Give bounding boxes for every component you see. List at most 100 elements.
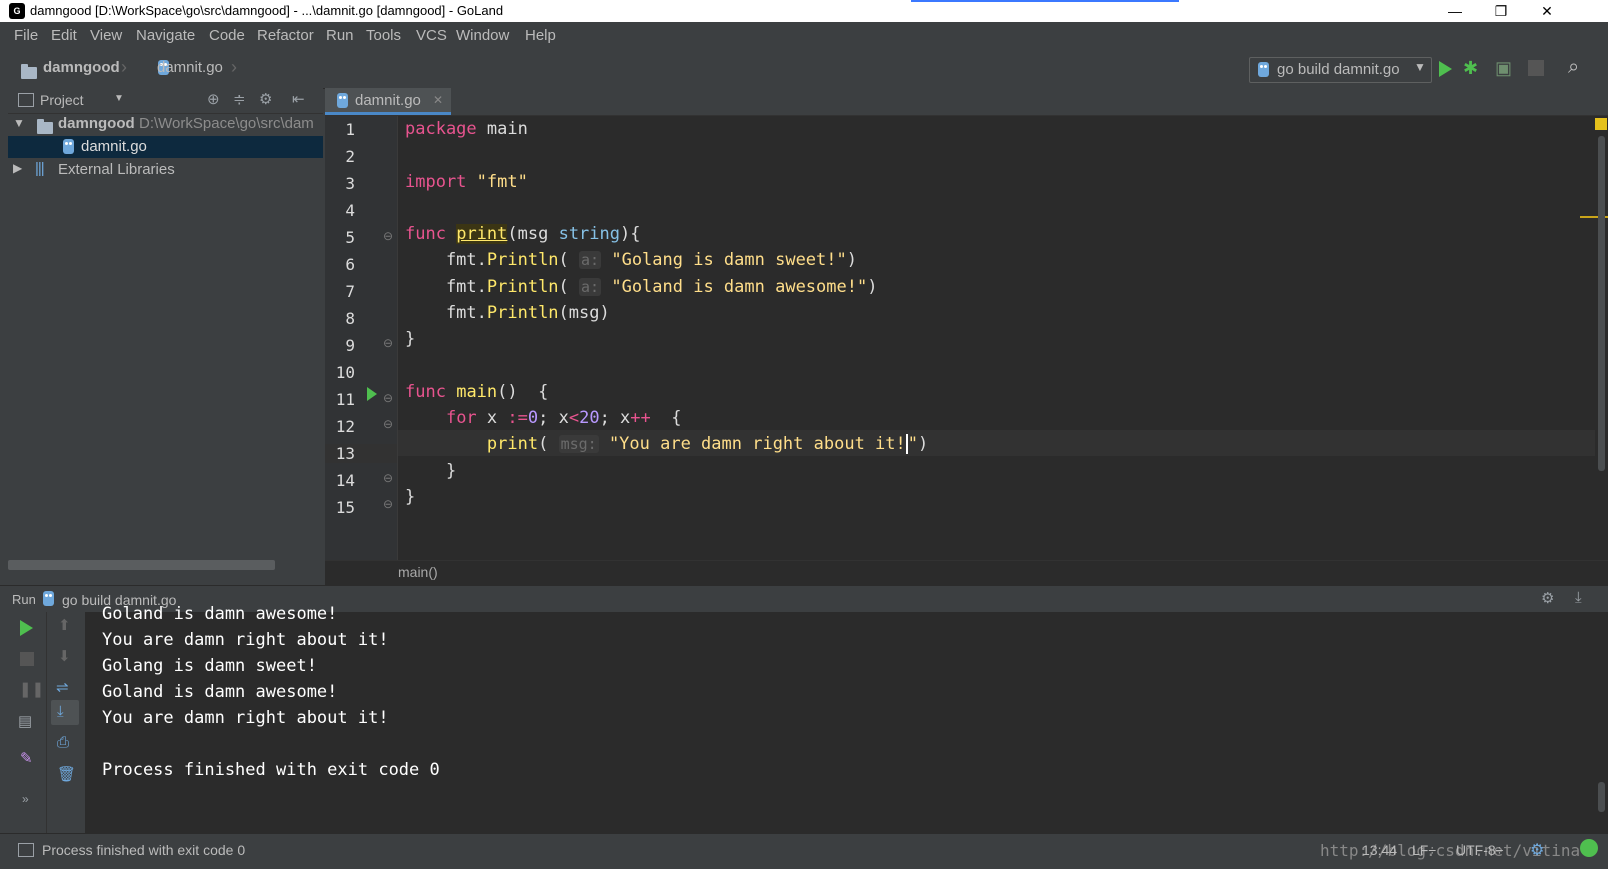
expand-arrow-icon[interactable]: ▼ (13, 116, 25, 130)
print-icon[interactable]: ⎙ (57, 734, 69, 751)
caret-position[interactable]: 13:44 (1362, 842, 1397, 858)
event-log-icon[interactable] (1580, 839, 1598, 857)
more-icon[interactable]: » (22, 792, 29, 806)
line-number: 6 (345, 255, 355, 274)
rerun-icon[interactable] (20, 620, 33, 636)
up-arrow-icon[interactable]: ⬆ (58, 616, 71, 634)
editor-scrollbar[interactable] (1580, 116, 1608, 560)
nav-project[interactable]: damngood (43, 59, 120, 76)
line-number: 9 (345, 336, 355, 355)
line-number: 14 (335, 471, 355, 490)
line-number: 3 (345, 174, 355, 193)
menu-code[interactable]: Code (209, 27, 245, 44)
toolbar-divider (46, 612, 47, 833)
menu-file[interactable]: File (14, 27, 38, 44)
menu-tools[interactable]: Tools (366, 27, 401, 44)
console-scrollbar[interactable] (1595, 612, 1608, 833)
menu-window[interactable]: Window (456, 27, 509, 44)
coverage-icon[interactable]: ▣ (1495, 58, 1512, 79)
run-icon[interactable] (1439, 61, 1452, 77)
debug-icon[interactable]: ✱ (1463, 58, 1478, 79)
chevron-down-icon[interactable]: ▼ (114, 93, 124, 104)
menu-vcs[interactable]: VCS (416, 27, 447, 44)
minimize-button[interactable]: — (1432, 0, 1478, 22)
fold-icon[interactable]: ⊖ (383, 336, 393, 350)
close-button[interactable]: ✕ (1524, 0, 1570, 22)
search-icon[interactable]: ⌕ (1568, 56, 1579, 79)
line-number: 5 (345, 228, 355, 247)
code-line-14: } (405, 461, 457, 481)
tool-windows-icon[interactable] (18, 843, 34, 857)
console-line: Golang is damn sweet! (102, 656, 317, 676)
file-encoding[interactable]: UTF-8÷ (1456, 842, 1503, 858)
locate-icon[interactable]: ⊕ (207, 90, 220, 108)
menu-edit[interactable]: Edit (51, 27, 77, 44)
line-number: 10 (335, 363, 355, 382)
scroll-to-end-toggle[interactable] (51, 700, 79, 725)
restore-button[interactable]: ❐ (1478, 0, 1524, 22)
menu-bar: File Edit View Navigate Code Refactor Ru… (0, 22, 1608, 49)
scroll-to-end-icon[interactable]: ⤓ (57, 703, 64, 720)
menu-run[interactable]: Run (326, 27, 354, 44)
editor-breadcrumb-bar: main() (325, 560, 1608, 586)
gear-icon[interactable]: ⚙ (1541, 589, 1554, 607)
go-file-icon (337, 93, 348, 108)
tree-root-name: damngood (58, 115, 135, 132)
menu-help[interactable]: Help (525, 27, 556, 44)
gutter-divider (397, 116, 398, 560)
line-number: 7 (345, 282, 355, 301)
expand-arrow-icon[interactable]: ▶ (13, 161, 22, 175)
code-line-12: for x :=0; x<20; x++ { (445, 408, 682, 428)
pin-icon[interactable]: ✎ (20, 749, 33, 767)
line-number: 2 (345, 147, 355, 166)
fold-icon[interactable]: ⊖ (383, 471, 393, 485)
tab-damnit-go[interactable]: damnit.go ✕ (325, 88, 451, 115)
fold-icon[interactable]: ⊖ (383, 497, 393, 511)
scroll-thumb[interactable] (1598, 136, 1605, 471)
hide-panel-icon[interactable]: ⇤ (292, 90, 305, 108)
hide-panel-icon[interactable]: ⤓ (1575, 589, 1582, 606)
tree-libraries-label: External Libraries (58, 161, 175, 178)
run-config-select[interactable]: go build damnit.go ▼ (1249, 57, 1432, 83)
menu-refactor[interactable]: Refactor (257, 27, 314, 44)
trash-icon[interactable]: 🗑 (57, 765, 76, 783)
code-editor[interactable]: package main import "fmt" func print(msg… (397, 116, 1595, 560)
tree-root[interactable]: ▼ damngood D:\WorkSpace\go\src\dam (8, 114, 323, 136)
gear-icon[interactable]: ⚙ (259, 90, 272, 108)
stop-icon[interactable] (1528, 60, 1544, 76)
horizontal-scrollbar[interactable] (8, 560, 275, 570)
fold-icon[interactable]: ⊖ (383, 417, 393, 431)
close-tab-icon[interactable]: ✕ (433, 93, 443, 107)
fold-icon[interactable]: ⊖ (383, 229, 393, 243)
tab-label: damnit.go (355, 92, 421, 109)
nav-file[interactable]: damnit.go (157, 59, 223, 76)
console-exit-line: Process finished with exit code 0 (102, 760, 440, 780)
collapse-all-icon[interactable]: ≑ (233, 90, 246, 108)
goland-logo-icon: G (9, 3, 25, 19)
inspection-status-icon[interactable] (1595, 118, 1607, 130)
scroll-thumb[interactable] (1598, 782, 1605, 812)
menu-view[interactable]: View (90, 27, 122, 44)
line-separator[interactable]: LF÷ (1412, 842, 1436, 858)
console-line: Goland is damn awesome! (102, 682, 338, 702)
dump-threads-icon[interactable]: ▤ (18, 712, 32, 730)
text-cursor: " (905, 434, 918, 454)
run-panel-label: Run (12, 592, 36, 607)
console-line: Goland is damn awesome! (102, 604, 338, 624)
library-icon: ||| (35, 160, 45, 177)
run-console[interactable]: Goland is damn awesome! You are damn rig… (85, 604, 1595, 833)
go-file-icon (63, 139, 74, 154)
run-toolbar: ❚❚ ▤ ✎ » ⬆ ⬇ ⇌ ⤓ ⎙ 🗑 (0, 612, 85, 833)
breadcrumb[interactable]: main() (398, 564, 438, 580)
fold-icon[interactable]: ⊖ (383, 391, 393, 405)
tree-item-file[interactable]: damnit.go (8, 136, 323, 158)
down-arrow-icon[interactable]: ⬇ (58, 647, 71, 665)
lock-icon[interactable]: ⚙ (1530, 840, 1544, 860)
pause-icon[interactable]: ❚❚ (19, 680, 44, 698)
stop-icon[interactable] (20, 652, 34, 666)
run-gutter-icon[interactable] (367, 387, 377, 401)
project-view-label[interactable]: Project (40, 92, 84, 108)
soft-wrap-icon[interactable]: ⇌ (56, 678, 69, 696)
menu-navigate[interactable]: Navigate (136, 27, 195, 44)
tree-external-libraries[interactable]: ▶ ||| External Libraries (8, 160, 323, 182)
